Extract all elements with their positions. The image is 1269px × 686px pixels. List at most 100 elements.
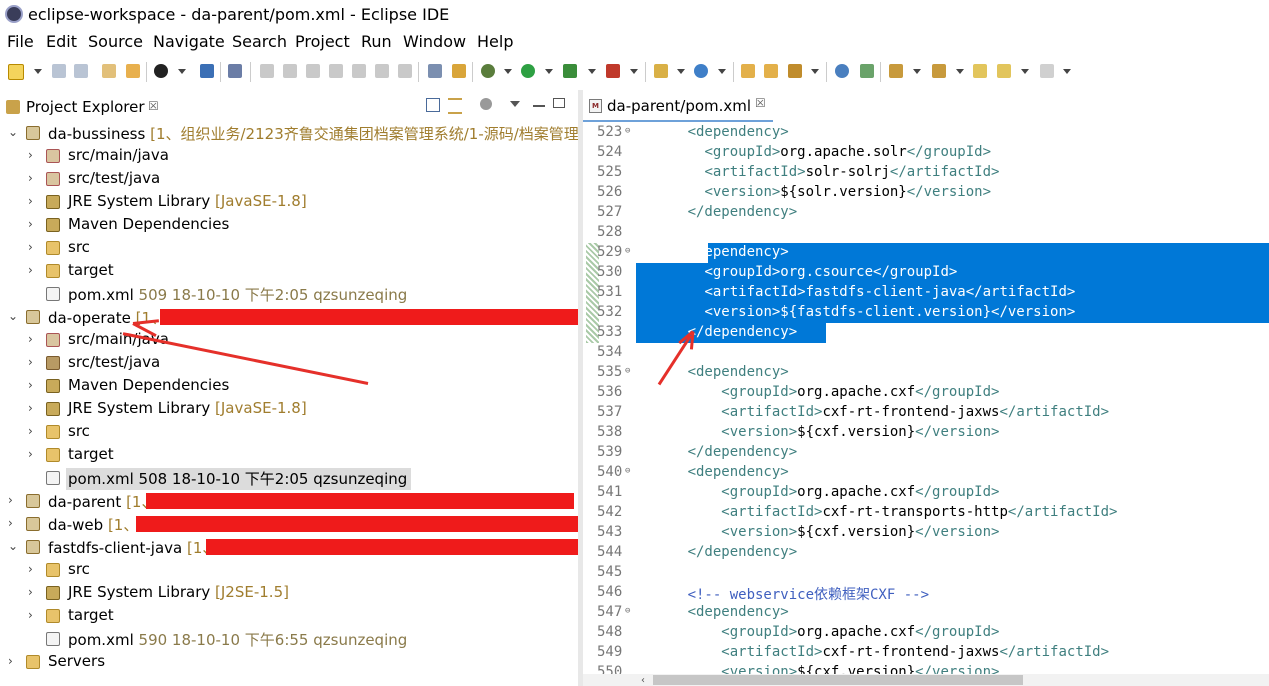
toggle-view-icon[interactable] xyxy=(428,64,442,78)
next-annotation-dropdown-icon[interactable] xyxy=(913,69,921,74)
collapsed-chevron-icon[interactable]: › xyxy=(28,447,33,461)
step-return-icon[interactable] xyxy=(398,64,412,78)
new-class-dropdown-icon[interactable] xyxy=(718,69,726,74)
resume-icon[interactable] xyxy=(260,64,274,78)
suspend-icon[interactable] xyxy=(283,64,297,78)
profile-icon[interactable] xyxy=(154,64,168,78)
disconnect-icon[interactable] xyxy=(329,64,343,78)
last-edit-icon[interactable] xyxy=(973,64,987,78)
tree-item-pom-2[interactable]: pom.xml 508 18-10-10 下午2:05 qzsunzeqing xyxy=(0,467,578,490)
step-over-icon[interactable] xyxy=(375,64,389,78)
collapsed-chevron-icon[interactable]: › xyxy=(28,585,33,599)
collapse-all-icon[interactable] xyxy=(426,98,440,112)
horizontal-scrollbar[interactable]: ‹ xyxy=(583,674,1269,686)
fold-toggle-icon[interactable]: ⊖ xyxy=(625,246,630,256)
terminate-icon[interactable] xyxy=(306,64,320,78)
tree-item-jre-1[interactable]: › JRE System Library [JavaSE-1.8] xyxy=(0,191,578,213)
menu-project[interactable]: Project xyxy=(295,32,350,51)
collapsed-chevron-icon[interactable]: › xyxy=(8,493,13,507)
view-menu-icon[interactable] xyxy=(510,101,520,107)
new-dropdown-icon[interactable] xyxy=(34,69,42,74)
prev-annotation-icon[interactable] xyxy=(932,64,946,78)
xml-editor[interactable]: 523 ⊖ <dependency> 524 <groupId>org.apache… xyxy=(583,122,1269,674)
collapsed-chevron-icon[interactable]: › xyxy=(8,654,13,668)
open-task-icon[interactable] xyxy=(764,64,778,78)
open-type-icon[interactable] xyxy=(102,64,116,78)
fold-toggle-icon[interactable]: ⊖ xyxy=(625,606,630,616)
open-folder-icon[interactable] xyxy=(741,64,755,78)
expanded-chevron-icon[interactable]: ⌄ xyxy=(8,125,18,139)
menu-search[interactable]: Search xyxy=(232,32,287,51)
menu-file[interactable]: File xyxy=(7,32,34,51)
tree-item-src-main-java-2[interactable]: › src/main/java xyxy=(0,329,578,351)
run-icon[interactable] xyxy=(521,64,535,78)
menu-window[interactable]: Window xyxy=(403,32,466,51)
coverage-icon[interactable] xyxy=(563,64,577,78)
prev-annotation-dropdown-icon[interactable] xyxy=(956,69,964,74)
scrollbar-thumb[interactable] xyxy=(653,675,1023,685)
collapsed-chevron-icon[interactable]: › xyxy=(28,148,33,162)
tree-item-servers[interactable]: › Servers xyxy=(0,651,578,673)
tree-item-jre-2[interactable]: › JRE System Library [JavaSE-1.8] xyxy=(0,398,578,420)
tree-item-fastdfs[interactable]: ⌄ fastdfs-client-java [1、 xyxy=(0,536,578,558)
step-into-icon[interactable] xyxy=(352,64,366,78)
expanded-chevron-icon[interactable]: ⌄ xyxy=(8,309,18,323)
external-tools-dropdown-icon[interactable] xyxy=(630,69,638,74)
search-dropdown-icon[interactable] xyxy=(811,69,819,74)
menu-source[interactable]: Source xyxy=(88,32,143,51)
tree-item-maven-1[interactable]: › Maven Dependencies xyxy=(0,214,578,236)
new-class-icon[interactable] xyxy=(694,64,708,78)
tree-item-pom-1[interactable]: pom.xml 509 18-10-10 下午2:05 qzsunzeqing xyxy=(0,283,578,305)
tree-item-target-2[interactable]: › target xyxy=(0,444,578,466)
collapsed-chevron-icon[interactable]: › xyxy=(28,263,33,277)
collapsed-chevron-icon[interactable]: › xyxy=(28,378,33,392)
collapsed-chevron-icon[interactable]: › xyxy=(8,516,13,530)
save-all-icon[interactable] xyxy=(74,64,88,78)
collapsed-chevron-icon[interactable]: › xyxy=(28,194,33,208)
collapsed-chevron-icon[interactable]: › xyxy=(28,217,33,231)
tree-item-src-1[interactable]: › src xyxy=(0,237,578,259)
debug-dropdown-icon[interactable] xyxy=(504,69,512,74)
fold-toggle-icon[interactable]: ⊖ xyxy=(625,466,630,476)
tree-item-target-3[interactable]: › target xyxy=(0,605,578,627)
collapsed-chevron-icon[interactable]: › xyxy=(28,240,33,254)
filter-icon[interactable] xyxy=(480,98,492,110)
profile-dropdown-icon[interactable] xyxy=(178,69,186,74)
coverage-dropdown-icon[interactable] xyxy=(588,69,596,74)
menu-help[interactable]: Help xyxy=(477,32,513,51)
terminal-icon[interactable] xyxy=(200,64,214,78)
close-icon[interactable]: ☒ xyxy=(755,96,766,110)
skip-breakpoints-icon[interactable] xyxy=(228,64,242,78)
globe-icon[interactable] xyxy=(835,64,849,78)
tab-pom-xml[interactable]: M da-parent/pom.xml ☒ xyxy=(583,92,773,122)
debug-icon[interactable] xyxy=(481,64,495,78)
back-dropdown-icon[interactable] xyxy=(1021,69,1029,74)
collapsed-chevron-icon[interactable]: › xyxy=(28,401,33,415)
pin-editor-icon[interactable] xyxy=(860,64,874,78)
save-icon[interactable] xyxy=(52,64,66,78)
collapsed-chevron-icon[interactable]: › xyxy=(28,171,33,185)
fold-toggle-icon[interactable]: ⊖ xyxy=(625,126,630,136)
scroll-left-icon[interactable]: ‹ xyxy=(641,675,645,686)
menu-edit[interactable]: Edit xyxy=(46,32,77,51)
mark-occurrences-icon[interactable] xyxy=(452,64,466,78)
collapsed-chevron-icon[interactable]: › xyxy=(28,332,33,346)
expanded-chevron-icon[interactable]: ⌄ xyxy=(8,539,18,553)
search-tool-icon[interactable] xyxy=(788,64,802,78)
tree-item-src-main-java-1[interactable]: › src/main/java xyxy=(0,145,578,167)
open-resource-icon[interactable] xyxy=(126,64,140,78)
forward-dropdown-icon[interactable] xyxy=(1063,69,1071,74)
fold-toggle-icon[interactable]: ⊖ xyxy=(625,366,630,376)
back-icon[interactable] xyxy=(997,64,1011,78)
tree-item-src-test-java-1[interactable]: › src/test/java xyxy=(0,168,578,190)
forward-icon[interactable] xyxy=(1040,64,1054,78)
tree-item-da-web[interactable]: › da-web [1、 xyxy=(0,513,578,535)
tree-item-da-bussiness[interactable]: ⌄ da-bussiness [1、组织业务/2123齐鲁交通集团档案管理系统/1… xyxy=(0,122,578,144)
new-project-dropdown-icon[interactable] xyxy=(677,69,685,74)
collapsed-chevron-icon[interactable]: › xyxy=(28,562,33,576)
maximize-icon[interactable] xyxy=(553,98,565,108)
close-icon[interactable]: ☒ xyxy=(148,99,159,113)
run-dropdown-icon[interactable] xyxy=(545,69,553,74)
tree-item-da-operate[interactable]: ⌄ da-operate [1、 xyxy=(0,306,578,328)
link-editor-icon[interactable] xyxy=(448,98,462,114)
